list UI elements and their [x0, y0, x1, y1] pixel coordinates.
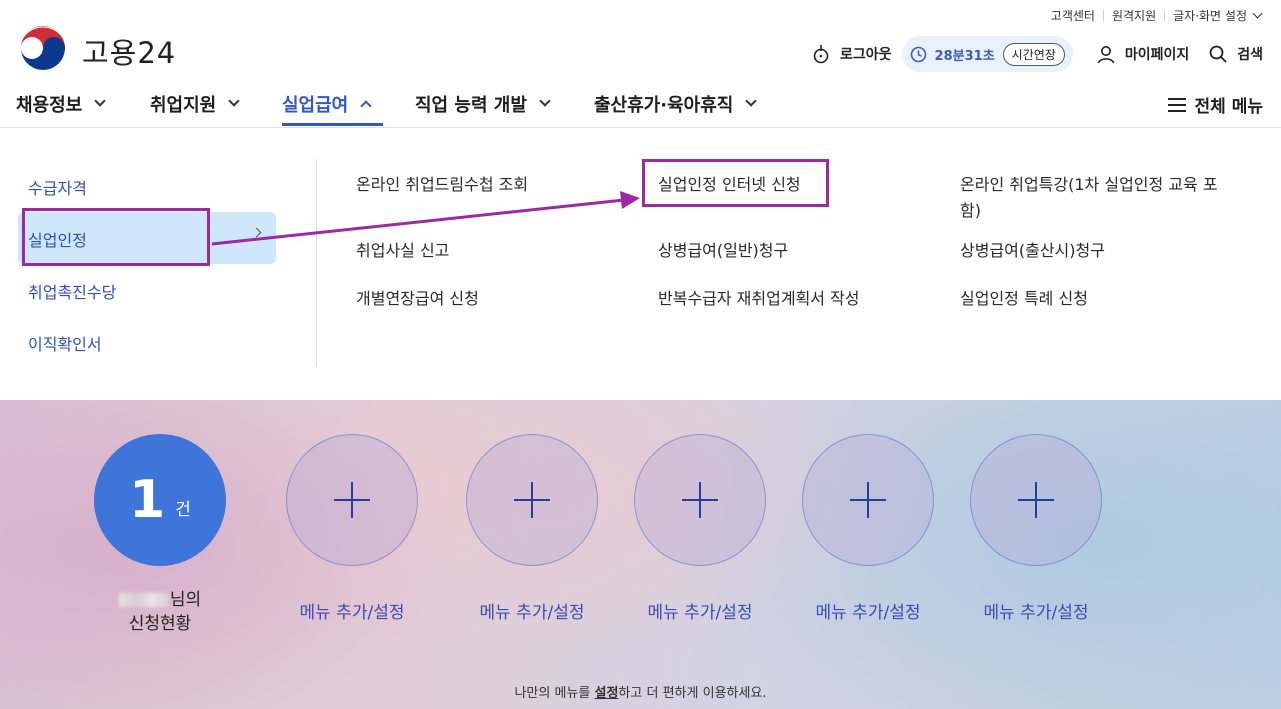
link-online-job-lecture-line1: 온라인 취업특강(1차 실업인정 교육 포 [960, 175, 1218, 194]
my-menu-dashboard: 1 건 님의 신청현황 메뉴 추가/설정 메뉴 추가/설정 메뉴 추가/설정 메… [0, 400, 1281, 709]
add-menu-label[interactable]: 메뉴 추가/설정 [272, 598, 432, 623]
application-status-label: 님의 신청현황 [94, 588, 226, 636]
hamburger-icon [1167, 97, 1186, 112]
add-menu-button[interactable] [466, 434, 598, 566]
plus-icon [334, 482, 370, 518]
tip-post: 하고 더 편하게 이용하세요. [618, 686, 767, 701]
add-menu-label[interactable]: 메뉴 추가/설정 [788, 598, 948, 623]
display-settings-link[interactable]: 글자·화면 설정 [1173, 7, 1263, 24]
masked-user-name [118, 593, 169, 607]
link-online-job-booklet[interactable]: 온라인 취업드림수첩 조회 [356, 172, 528, 198]
add-menu-button[interactable] [634, 434, 766, 566]
divider [1102, 10, 1104, 21]
gnb-label: 직업 능력 개발 [415, 95, 527, 116]
highlight-box [642, 159, 829, 207]
owner-line2: 신청현황 [128, 614, 192, 634]
link-online-job-lecture-line2: 함) [960, 201, 981, 220]
tip-pre: 나만의 메뉴를 [514, 686, 595, 701]
logout-label: 로그아웃 [840, 47, 892, 63]
add-menu-button[interactable] [802, 434, 934, 566]
taegeuk-logo-icon [18, 26, 68, 76]
side-item-separation-confirmation[interactable]: 이직확인서 [28, 331, 102, 355]
plus-icon [1018, 482, 1054, 518]
all-menu-button[interactable]: 전체 메뉴 [1167, 92, 1263, 117]
count-unit: 건 [175, 499, 191, 520]
header-tools: 로그아웃 28분31초 시간연장 마이페이지 검색 [812, 36, 1263, 72]
chevron-down-icon [1252, 8, 1263, 19]
chevron-up-icon [360, 100, 372, 112]
plus-icon [514, 482, 550, 518]
main-navigation: 채용정보 취업지원 실업급여 직업 능력 개발 출산휴가·육아휴직 전체 메뉴 [0, 82, 1281, 128]
mypage-link[interactable]: 마이페이지 [1097, 44, 1189, 64]
customer-center-link[interactable]: 고객센터 [1051, 7, 1095, 24]
highlight-box [22, 208, 210, 266]
menu-settings-tip: 나만의 메뉴를 설정하고 더 편하게 이용하세요. [0, 682, 1281, 701]
plus-icon [682, 482, 718, 518]
search-label: 검색 [1237, 47, 1263, 63]
link-repeat-recipient-plan[interactable]: 반복수급자 재취업계획서 작성 [658, 286, 860, 312]
remote-support-link[interactable]: 원격지원 [1112, 7, 1156, 24]
mypage-label: 마이페이지 [1124, 47, 1190, 63]
add-menu-label[interactable]: 메뉴 추가/설정 [956, 598, 1116, 623]
chevron-down-icon [228, 95, 240, 107]
link-individual-extended-benefit[interactable]: 개별연장급여 신청 [356, 286, 479, 312]
application-count-button[interactable]: 1 건 [94, 434, 226, 566]
gnb-item-jobs[interactable]: 채용정보 [16, 92, 106, 116]
site-name: 고용24 [82, 36, 177, 70]
search-button[interactable]: 검색 [1209, 44, 1263, 64]
chevron-right-icon [251, 227, 262, 238]
divider [316, 159, 317, 367]
add-menu-label[interactable]: 메뉴 추가/설정 [620, 598, 780, 623]
gnb-item-parental-leave[interactable]: 출산휴가·육아휴직 [594, 92, 757, 116]
side-item-eligibility[interactable]: 수급자격 [28, 175, 87, 199]
gnb-label: 출산휴가·육아휴직 [594, 95, 734, 116]
link-sickness-benefit-general[interactable]: 상병급여(일반)청구 [658, 238, 788, 264]
add-menu-button[interactable] [970, 434, 1102, 566]
chevron-down-icon [539, 95, 551, 107]
gnb-label: 실업급여 [282, 95, 349, 116]
search-icon [1209, 45, 1227, 63]
chevron-down-icon [745, 95, 757, 107]
gnb-item-vocational-training[interactable]: 직업 능력 개발 [415, 92, 551, 116]
gnb-item-employment-support[interactable]: 취업지원 [150, 92, 240, 116]
link-online-job-lecture[interactable]: 온라인 취업특강(1차 실업인정 교육 포함) [960, 172, 1260, 224]
lock-icon [813, 45, 829, 64]
chevron-down-icon [94, 95, 106, 107]
logo[interactable]: 고용24 [18, 26, 176, 76]
add-menu-label[interactable]: 메뉴 추가/설정 [452, 598, 612, 623]
session-timer: 28분31초 시간연장 [901, 36, 1073, 72]
gnb-item-unemployment-benefits[interactable]: 실업급여 [282, 92, 372, 116]
user-icon [1097, 45, 1115, 63]
extend-session-button[interactable]: 시간연장 [1002, 42, 1065, 66]
display-settings-label: 글자·화면 설정 [1173, 9, 1247, 23]
active-tab-indicator [282, 123, 383, 126]
gnb-label: 채용정보 [16, 95, 83, 116]
link-employment-report[interactable]: 취업사실 신고 [356, 238, 449, 264]
clock-icon [910, 46, 926, 62]
submenu-panel: 수급자격 실업인정 취업촉진수당 이직확인서 온라인 취업드림수첩 조회 실업인… [0, 129, 1281, 399]
session-time-remaining: 28분31초 [934, 48, 995, 64]
add-menu-button[interactable] [286, 434, 418, 566]
application-count: 1 [129, 470, 166, 530]
plus-icon [850, 482, 886, 518]
logout-button[interactable]: 로그아웃 [812, 44, 892, 64]
link-sickness-benefit-childbirth[interactable]: 상병급여(출산시)청구 [960, 238, 1105, 264]
link-recognition-special-case[interactable]: 실업인정 특례 신청 [960, 286, 1088, 312]
utility-bar: 고객센터 원격지원 글자·화면 설정 [1051, 7, 1263, 24]
owner-suffix: 님의 [169, 590, 202, 610]
gnb-label: 취업지원 [150, 95, 217, 116]
tip-settings-link[interactable]: 설정 [595, 686, 619, 701]
divider [1164, 10, 1166, 21]
side-item-reemployment-allowance[interactable]: 취업촉진수당 [28, 279, 116, 303]
all-menu-label: 전체 메뉴 [1194, 97, 1263, 117]
